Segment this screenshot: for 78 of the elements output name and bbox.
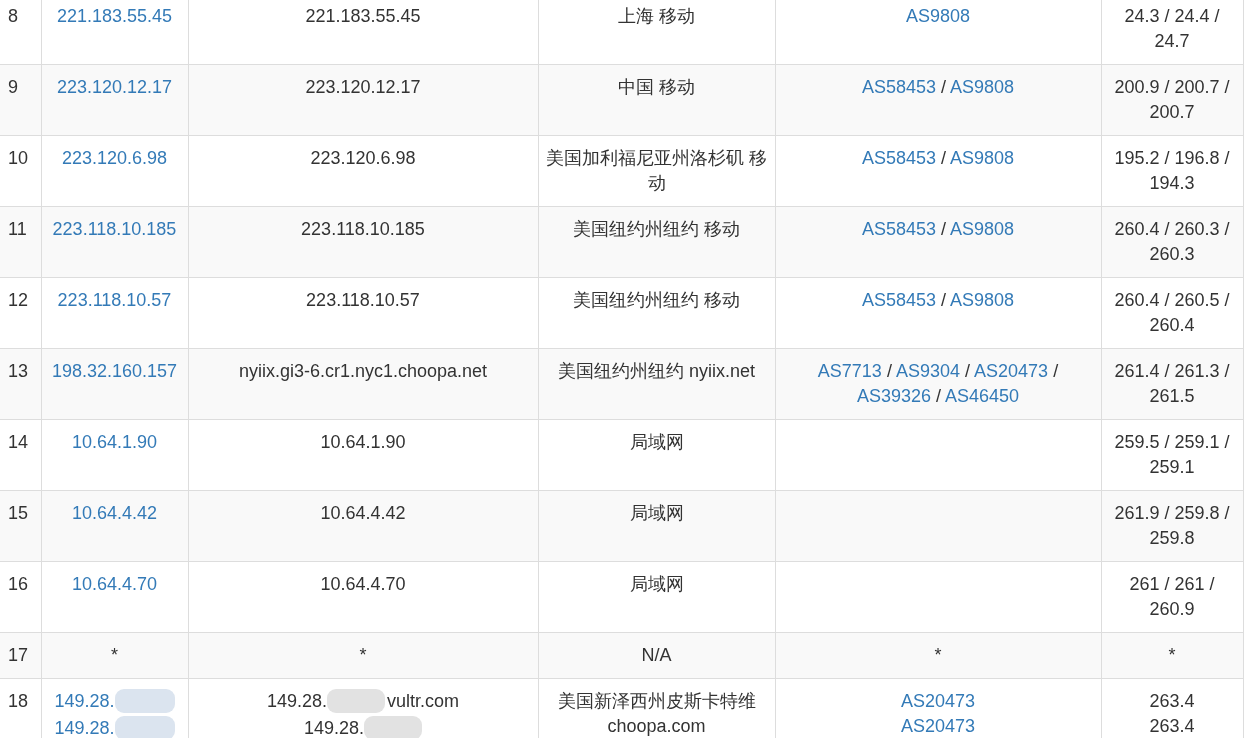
location-text: 美国纽约州纽约 移动 xyxy=(573,219,740,239)
asn-link[interactable]: AS7713 xyxy=(817,361,882,381)
asn-link[interactable]: AS58453 xyxy=(861,148,936,168)
asn-link[interactable]: AS20473 xyxy=(900,691,976,711)
ip-link[interactable]: 10.64.1.90 xyxy=(71,432,158,452)
latency-text: 260.4 / 260.3 / 260.3 xyxy=(1114,219,1230,264)
latency-text: * xyxy=(1168,645,1176,665)
hostname-text: nyiix.gi3-6.cr1.nyc1.choopa.net xyxy=(238,361,488,381)
latency-text: 195.2 / 196.8 / 194.3 xyxy=(1114,148,1230,193)
latency-text: 261 / 261 / 260.9 xyxy=(1129,574,1215,619)
hop-number: 11 xyxy=(8,219,27,239)
ip-link[interactable]: 149.28. xyxy=(54,718,115,738)
location-text: 美国新泽西州皮斯卡特维 choopa.com xyxy=(557,691,756,736)
location-text: 中国 移动 xyxy=(618,77,695,97)
location-text: 美国纽约州纽约 nyiix.net xyxy=(557,361,755,381)
hostname-text: 223.118.10.57 xyxy=(306,290,420,310)
hostname-text: 149.28. xyxy=(303,718,365,738)
slash-separator: / xyxy=(965,361,971,381)
hostname-text: 10.64.4.70 xyxy=(320,574,406,594)
latency-text: 261.9 / 259.8 / 259.8 xyxy=(1114,503,1230,548)
asn-link[interactable]: AS20473 xyxy=(974,361,1049,381)
asn-link[interactable]: AS46450 xyxy=(945,386,1020,406)
hostname-text: 10.64.1.90 xyxy=(320,432,406,452)
location-text: N/A xyxy=(641,645,672,665)
hop-number: 17 xyxy=(8,645,29,665)
latency-text: 263.4 xyxy=(1149,716,1195,736)
hostname-text: 221.183.55.45 xyxy=(305,6,421,26)
hostname-text: 223.120.12.17 xyxy=(305,77,421,97)
location-text: 局域网 xyxy=(629,574,684,594)
asn-link[interactable]: AS9808 xyxy=(950,219,1015,239)
slash-separator: / xyxy=(936,386,941,406)
ip-link[interactable]: 10.64.4.42 xyxy=(71,503,158,523)
asn-text: * xyxy=(934,645,942,665)
slash-separator: / xyxy=(886,361,892,381)
slash-separator: / xyxy=(941,148,946,168)
asn-link[interactable]: AS9808 xyxy=(905,6,971,26)
asn-link[interactable]: AS9808 xyxy=(950,77,1015,97)
hop-number: 16 xyxy=(8,574,29,594)
hostname-text: 10.64.4.42 xyxy=(320,503,406,523)
hop-number: 12 xyxy=(8,290,29,310)
hop-number: 18 xyxy=(8,691,29,711)
slash-separator: / xyxy=(941,290,946,310)
hostname-text: 223.120.6.98 xyxy=(310,148,416,168)
asn-link[interactable]: AS39326 xyxy=(856,386,931,406)
ip-link[interactable]: 10.64.4.70 xyxy=(71,574,158,594)
asn-link[interactable]: AS9304 xyxy=(895,361,960,381)
hostname-text: 149.28. xyxy=(266,691,327,712)
slash-separator: / xyxy=(941,219,946,239)
slash-separator: / xyxy=(941,77,946,97)
ip-link[interactable]: 149.28. xyxy=(54,691,115,712)
hop-number: 15 xyxy=(8,503,29,523)
asn-link[interactable]: AS58453 xyxy=(861,219,936,239)
hop-number: 8 xyxy=(8,6,18,26)
location-text: 上海 移动 xyxy=(618,6,695,26)
slash-separator: / xyxy=(1053,361,1059,381)
location-text: 美国纽约州纽约 移动 xyxy=(573,290,740,310)
asn-link[interactable]: AS9808 xyxy=(950,290,1015,310)
hostname-text: vultr.com xyxy=(387,691,460,712)
latency-text: 260.4 / 260.5 / 260.4 xyxy=(1114,290,1230,335)
asn-link[interactable]: AS58453 xyxy=(861,290,936,310)
hop-number: 9 xyxy=(8,77,18,97)
ip-text: * xyxy=(111,645,118,665)
hostname-text: 223.118.10.185 xyxy=(301,219,425,239)
hostname-text: * xyxy=(359,645,367,665)
latency-text: 259.5 / 259.1 / 259.1 xyxy=(1114,432,1230,477)
latency-text: 200.9 / 200.7 / 200.7 xyxy=(1114,77,1230,122)
asn-link[interactable]: AS20473 xyxy=(900,716,976,736)
latency-text: 24.3 / 24.4 / 24.7 xyxy=(1124,6,1220,51)
location-text: 局域网 xyxy=(629,432,684,452)
location-text: 局域网 xyxy=(629,503,684,523)
asn-link[interactable]: AS9808 xyxy=(950,148,1015,168)
hop-number: 13 xyxy=(8,361,29,381)
hop-number: 10 xyxy=(8,148,29,168)
latency-text: 263.4 xyxy=(1149,691,1195,711)
asn-link[interactable]: AS58453 xyxy=(861,77,936,97)
location-text: 美国加利福尼亚州洛杉矶 移动 xyxy=(546,148,767,193)
latency-text: 261.4 / 261.3 / 261.5 xyxy=(1114,361,1230,406)
hop-number: 14 xyxy=(8,432,29,452)
